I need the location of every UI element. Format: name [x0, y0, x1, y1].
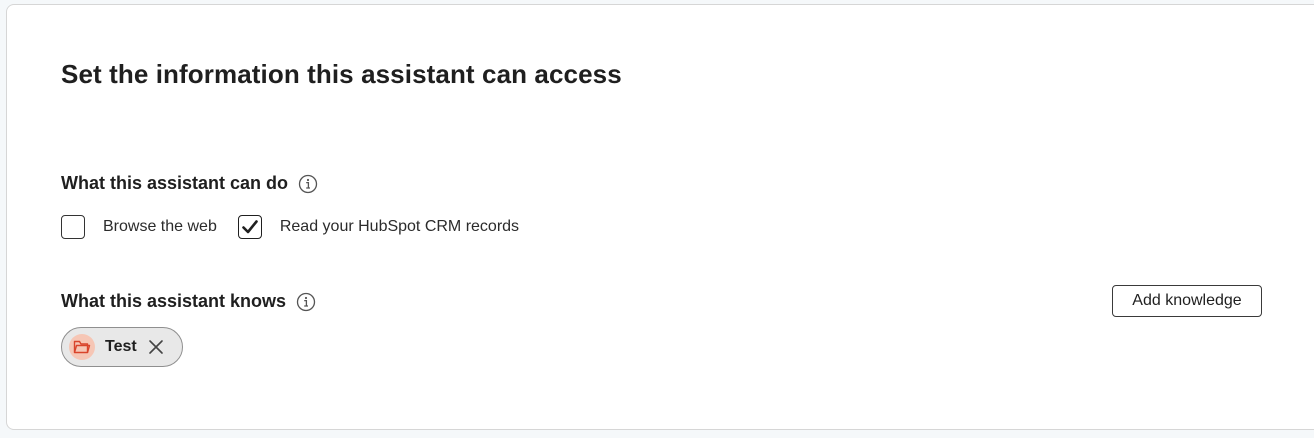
add-knowledge-button[interactable]: Add knowledge [1112, 285, 1262, 317]
read-crm-checkbox[interactable] [237, 215, 262, 239]
page-title: Set the information this assistant can a… [61, 59, 622, 89]
read-crm-checkbox-item[interactable]: Read your HubSpot CRM records [237, 215, 520, 239]
folder-icon [73, 340, 91, 354]
chip-avatar [69, 334, 95, 360]
capabilities-heading: What this assistant can do [61, 173, 318, 194]
close-icon[interactable] [147, 338, 165, 356]
knowledge-heading-label: What this assistant knows [61, 291, 287, 311]
browse-web-checkbox-item[interactable]: Browse the web [61, 215, 217, 239]
browse-web-checkbox[interactable] [61, 215, 85, 239]
info-icon[interactable] [298, 174, 318, 194]
knowledge-heading: What this assistant knows [61, 291, 316, 312]
checkmark-icon [242, 220, 258, 234]
browse-web-label: Browse the web [103, 218, 217, 235]
info-icon[interactable] [296, 292, 316, 312]
read-crm-label: Read your HubSpot CRM records [279, 218, 520, 235]
assistant-access-card: Set the information this assistant can a… [6, 4, 1314, 430]
chip-label: Test [105, 338, 137, 355]
capabilities-options: Browse the web Read your HubSpot CRM rec… [61, 215, 540, 239]
knowledge-source-chip[interactable]: Test [61, 327, 183, 367]
capabilities-heading-label: What this assistant can do [61, 173, 289, 193]
